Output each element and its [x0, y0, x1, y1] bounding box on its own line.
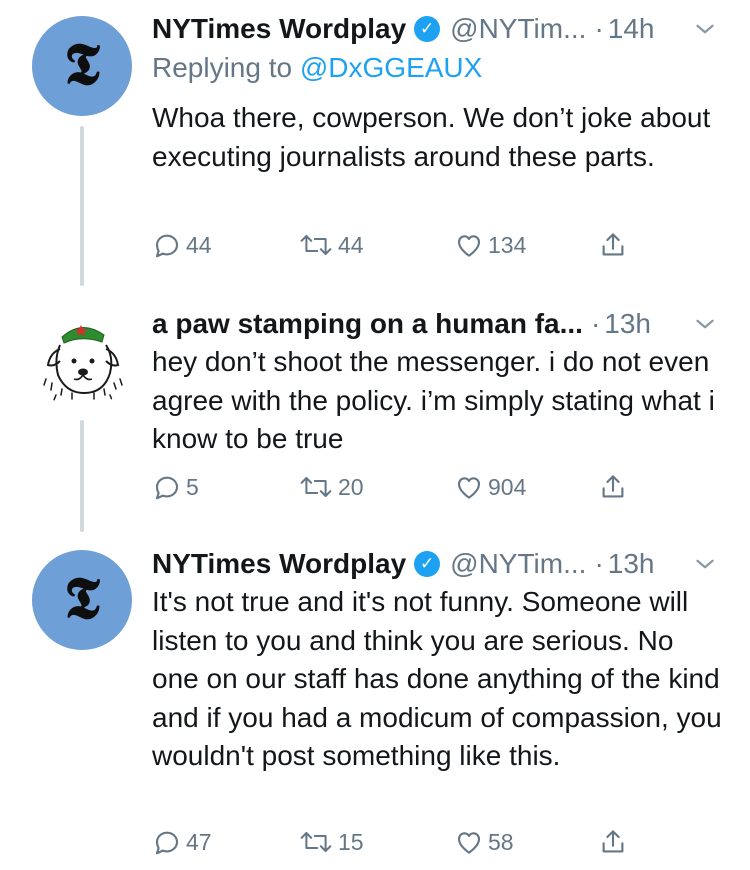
like-button[interactable]: 904 [454, 467, 526, 507]
like-count: 904 [488, 473, 527, 500]
verified-badge-icon: ✓ [414, 16, 441, 42]
retweet-icon [300, 234, 332, 256]
tweet[interactable]: 𝕿 NYTimes Wordplay ✓ @NYTim... · 14h Rep… [0, 0, 750, 285]
share-icon [602, 475, 624, 498]
reply-count: 5 [186, 473, 199, 500]
timestamp[interactable]: 14h [608, 13, 655, 45]
user-handle[interactable]: @NYTim... [450, 548, 586, 580]
display-name[interactable]: NYTimes Wordplay [152, 13, 406, 45]
chevron-down-icon[interactable] [692, 16, 718, 42]
tweet[interactable]: 𝕿 NYTimes Wordplay ✓ @NYTim... · 13h It'… [0, 535, 750, 870]
retweet-icon [300, 831, 332, 853]
share-button[interactable] [598, 467, 628, 507]
tweet[interactable]: a paw stamping on a human fa... · 13h he… [0, 295, 750, 535]
share-icon [602, 233, 624, 256]
tweet-header: NYTimes Wordplay ✓ @NYTim... · 14h [152, 10, 730, 48]
like-count: 58 [488, 828, 514, 855]
retweet-icon [300, 476, 332, 498]
avatar[interactable] [32, 309, 132, 409]
retweet-button[interactable]: 15 [298, 822, 364, 862]
retweet-button[interactable]: 44 [298, 225, 364, 265]
timestamp[interactable]: 13h [608, 548, 655, 580]
display-name[interactable]: NYTimes Wordplay [152, 548, 406, 580]
dog-drawing-icon [43, 325, 123, 401]
reply-button[interactable]: 5 [152, 467, 199, 507]
tweet-text: hey don’t shoot the messenger. i do not … [152, 346, 715, 454]
chevron-down-icon[interactable] [692, 551, 718, 577]
timestamp[interactable]: 13h [604, 308, 651, 340]
separator-dot: · [594, 548, 604, 579]
retweet-count: 20 [338, 473, 364, 500]
reply-button[interactable]: 44 [152, 225, 212, 265]
reply-icon [155, 234, 179, 258]
nyt-logo-icon: 𝕿 [64, 30, 100, 98]
reply-count: 47 [186, 828, 212, 855]
retweet-count: 15 [338, 828, 364, 855]
tweet-header: a paw stamping on a human fa... · 13h [152, 305, 730, 343]
like-button[interactable]: 134 [454, 225, 526, 265]
separator-dot: · [594, 13, 604, 44]
replying-to: Replying to @DxGGEAUX [152, 52, 482, 84]
mention-link[interactable]: @DxGGEAUX [300, 52, 482, 83]
tweet-text: It's not true and it's not funny. Someon… [152, 586, 722, 771]
nyt-logo-icon: 𝕿 [64, 564, 100, 632]
display-name[interactable]: a paw stamping on a human fa... [152, 308, 583, 340]
retweet-button[interactable]: 20 [298, 467, 364, 507]
heart-icon [457, 477, 481, 499]
tweet-header: NYTimes Wordplay ✓ @NYTim... · 13h [152, 545, 730, 583]
user-handle[interactable]: @NYTim... [450, 13, 586, 45]
replying-label: Replying to [152, 52, 293, 83]
separator-dot: · [590, 308, 601, 339]
like-button[interactable]: 58 [454, 822, 514, 862]
share-icon [602, 830, 624, 853]
retweet-count: 44 [338, 231, 364, 258]
tweet-actions: 47 15 58 [152, 822, 632, 862]
reply-button[interactable]: 47 [152, 822, 212, 862]
avatar[interactable]: 𝕿 [32, 16, 132, 116]
chevron-down-icon[interactable] [692, 311, 718, 337]
reply-icon [155, 831, 179, 855]
tweet-text: Whoa there, cowperson. We don’t joke abo… [152, 102, 711, 172]
tweet-actions: 44 44 134 [152, 225, 632, 265]
avatar[interactable]: 𝕿 [32, 550, 132, 650]
heart-icon [457, 235, 481, 257]
share-button[interactable] [598, 822, 628, 862]
verified-badge-icon: ✓ [414, 551, 441, 577]
like-count: 134 [488, 231, 527, 258]
reply-count: 44 [186, 231, 212, 258]
heart-icon [457, 832, 481, 854]
tweet-actions: 5 20 904 [152, 467, 632, 507]
reply-icon [155, 476, 179, 500]
share-button[interactable] [598, 225, 628, 265]
